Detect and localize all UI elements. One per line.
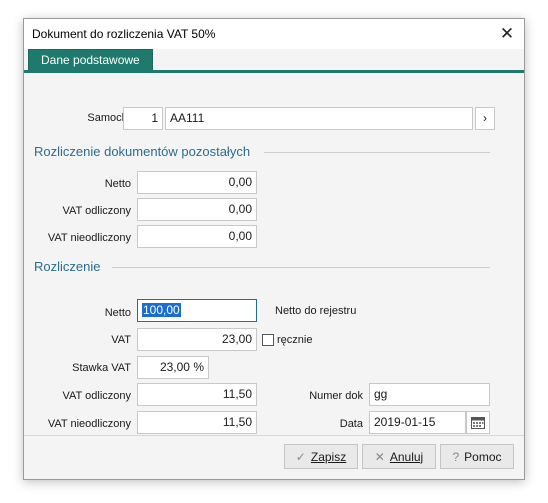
calendar-button[interactable] xyxy=(466,411,490,434)
save-button[interactable]: ✓ Zapisz xyxy=(284,444,358,469)
calendar-icon xyxy=(471,417,485,429)
document-number-field[interactable]: gg xyxy=(369,383,490,406)
settlement-netto-label: Netto xyxy=(104,307,131,319)
vat-field[interactable]: 23,00 xyxy=(137,328,257,351)
car-field[interactable]: AA111 xyxy=(165,107,473,130)
settlement-vat-deducted-field[interactable]: 11,50 xyxy=(137,383,257,406)
section-title-settlement: Rozliczenie xyxy=(34,259,101,274)
vat-nondeducted-field[interactable]: 0,00 xyxy=(137,225,257,248)
vat-rate-label: Stawka VAT xyxy=(72,362,131,374)
manual-checkbox[interactable] xyxy=(262,334,274,346)
vat-deducted-label: VAT odliczony xyxy=(62,205,131,217)
title-bar: Dokument do rozliczenia VAT 50% ✕ xyxy=(24,19,524,49)
car-number-field[interactable]: 1 xyxy=(123,107,163,130)
car-select-button[interactable]: › xyxy=(475,107,495,130)
check-icon: ✓ xyxy=(295,449,306,464)
document-number-label: Numer dok xyxy=(309,390,363,402)
settlement-netto-field[interactable]: 100,00 xyxy=(137,299,257,322)
netto-register-label: Netto do rejestru xyxy=(275,305,357,317)
dialog-window: Dokument do rozliczenia VAT 50% ✕ Dane p… xyxy=(23,18,525,480)
settlement-vat-nondeducted-label: VAT nieodliczony xyxy=(47,418,131,430)
dialog-footer: ✓ Zapisz ✕ Anuluj ? Pomoc xyxy=(24,435,524,479)
question-icon: ? xyxy=(452,449,460,464)
vat-nondeducted-label: VAT nieodliczony xyxy=(47,232,131,244)
chevron-right-icon: › xyxy=(483,111,487,125)
dialog-content: Samochód 1 AA111 › Rozliczenie dokumentó… xyxy=(25,73,523,437)
selected-text: 100,00 xyxy=(142,303,181,317)
date-label: Data xyxy=(339,418,363,430)
section-title-documents: Rozliczenie dokumentów pozostałych xyxy=(34,144,251,159)
manual-label: ręcznie xyxy=(277,334,313,346)
date-field[interactable]: 2019-01-15 xyxy=(369,411,466,434)
tab-strip: Dane podstawowe xyxy=(24,49,524,73)
settlement-vat-nondeducted-field[interactable]: 11,50 xyxy=(137,411,257,434)
netto-field[interactable]: 0,00 xyxy=(137,171,257,194)
tab-dane-podstawowe[interactable]: Dane podstawowe xyxy=(28,49,153,70)
vat-deducted-field[interactable]: 0,00 xyxy=(137,198,257,221)
close-icon[interactable]: ✕ xyxy=(496,23,518,45)
x-icon: ✕ xyxy=(374,449,385,464)
help-button[interactable]: ? Pomoc xyxy=(440,444,514,469)
vat-label: VAT xyxy=(111,334,131,346)
vat-rate-field[interactable]: 23,00 % xyxy=(137,356,209,379)
cancel-button[interactable]: ✕ Anuluj xyxy=(362,444,436,469)
netto-label: Netto xyxy=(104,178,131,190)
section-divider xyxy=(264,152,490,153)
window-title: Dokument do rozliczenia VAT 50% xyxy=(32,27,216,41)
section-divider xyxy=(112,267,490,268)
settlement-vat-deducted-label: VAT odliczony xyxy=(62,390,131,402)
